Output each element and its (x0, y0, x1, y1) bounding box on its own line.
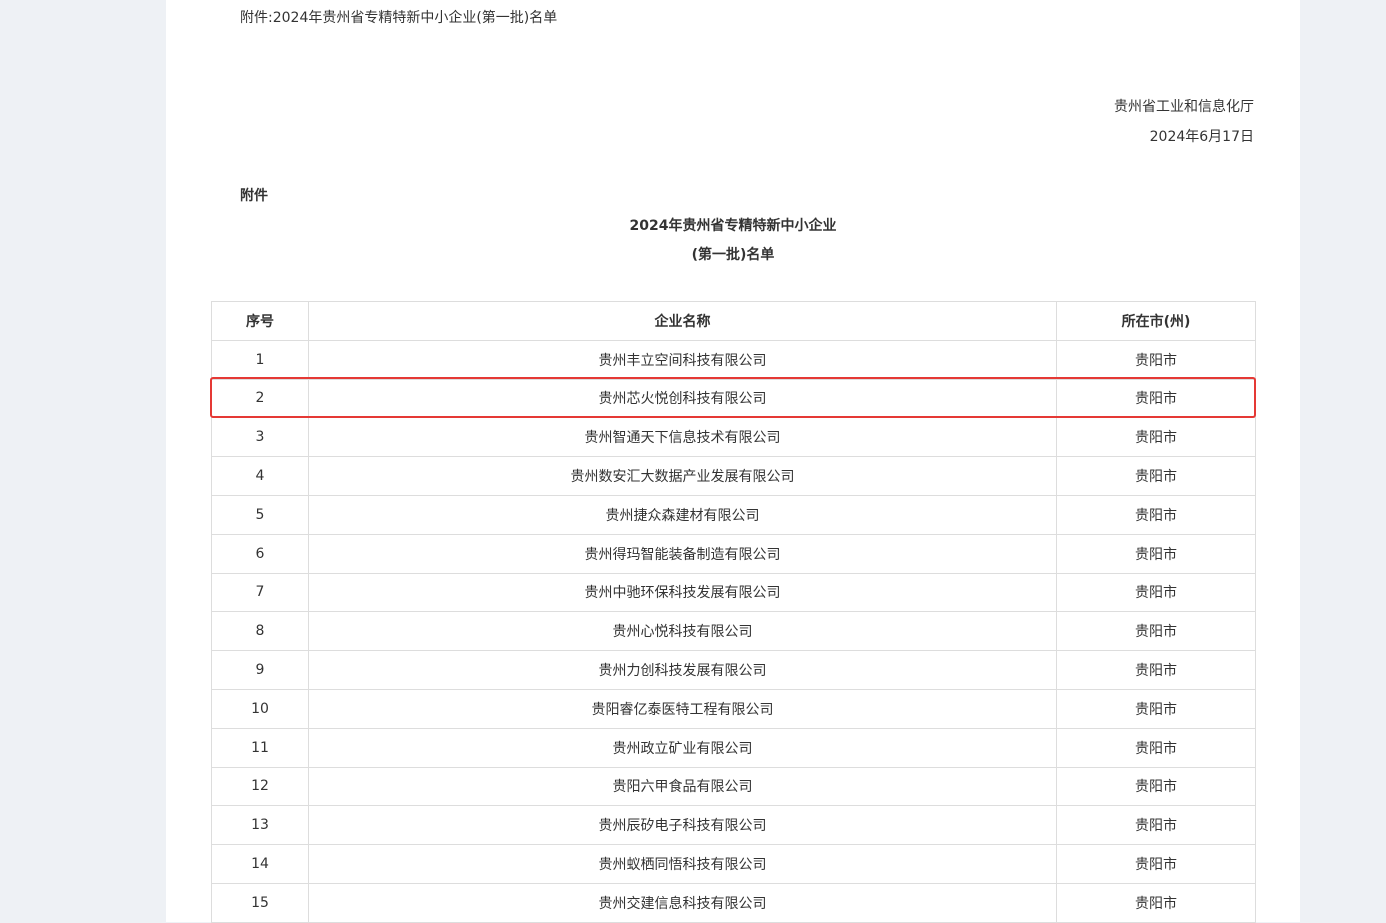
city-name: 贵阳市 (1056, 766, 1256, 807)
table-row: 12 贵阳六甲食品有限公司 贵阳市 (211, 766, 1256, 807)
table-row: 9 贵州力创科技发展有限公司 贵阳市 (211, 650, 1256, 690)
company-name: 贵州辰矽电子科技有限公司 (308, 805, 1057, 846)
company-name: 贵阳睿亿泰医特工程有限公司 (308, 688, 1057, 729)
table-row: 15 贵州交建信息科技有限公司 贵阳市 (211, 882, 1256, 923)
row-index: 6 (211, 533, 309, 574)
row-index: 14 (211, 844, 309, 884)
row-index: 9 (211, 650, 309, 690)
document-title: 2024年贵州省专精特新中小企业 (629, 218, 837, 234)
table-row: 8 贵州心悦科技有限公司 贵阳市 (211, 611, 1256, 652)
city-name: 贵阳市 (1056, 494, 1256, 535)
table-row: 11 贵州政立矿业有限公司 贵阳市 (211, 727, 1256, 768)
row-index: 13 (211, 805, 309, 846)
company-name: 贵州政立矿业有限公司 (308, 727, 1057, 768)
row-index: 8 (211, 611, 309, 652)
table-row: 5 贵州捷众森建材有限公司 贵阳市 (211, 494, 1256, 535)
company-name: 贵州得玛智能装备制造有限公司 (308, 533, 1057, 574)
table-row: 6 贵州得玛智能装备制造有限公司 贵阳市 (211, 533, 1256, 574)
row-index: 12 (211, 766, 309, 807)
city-name: 贵阳市 (1056, 688, 1256, 729)
company-name: 贵州中驰环保科技发展有限公司 (308, 572, 1057, 613)
city-name: 贵阳市 (1056, 650, 1256, 690)
table-row: 4 贵州数安汇大数据产业发展有限公司 贵阳市 (211, 456, 1256, 496)
city-name: 贵阳市 (1056, 572, 1256, 613)
company-name: 贵州芯火悦创科技有限公司 (308, 378, 1057, 419)
attachment-link[interactable]: 附件:2024年贵州省专精特新中小企业(第一批)名单 (240, 8, 557, 28)
attachment-label: 附件 (240, 188, 268, 204)
row-index: 7 (211, 572, 309, 613)
row-index: 3 (211, 417, 309, 458)
city-name: 贵阳市 (1056, 533, 1256, 574)
row-index: 11 (211, 727, 309, 768)
row-index: 5 (211, 494, 309, 535)
table-row: 1 贵州丰立空间科技有限公司 贵阳市 (211, 339, 1256, 380)
company-name: 贵州心悦科技有限公司 (308, 611, 1057, 652)
header-index: 序号 (211, 301, 309, 341)
table-row: 13 贵州辰矽电子科技有限公司 贵阳市 (211, 805, 1256, 846)
company-name: 贵州丰立空间科技有限公司 (308, 339, 1057, 380)
city-name: 贵阳市 (1056, 727, 1256, 768)
table-body: 1 贵州丰立空间科技有限公司 贵阳市 2 贵州芯火悦创科技有限公司 贵阳市 3 贵州智通天下信… (211, 339, 1256, 923)
table-row: 2 贵州芯火悦创科技有限公司 贵阳市 (211, 378, 1256, 419)
row-index: 10 (211, 688, 309, 729)
header-company-name: 企业名称 (308, 301, 1057, 341)
row-index: 2 (211, 378, 309, 419)
row-index: 15 (211, 882, 309, 923)
issue-date: 2024年6月17日 (1149, 129, 1254, 145)
document-subtitle: (第一批)名单 (691, 247, 775, 263)
city-name: 贵阳市 (1056, 378, 1256, 419)
city-name: 贵阳市 (1056, 882, 1256, 923)
table-row: 10 贵阳睿亿泰医特工程有限公司 贵阳市 (211, 688, 1256, 729)
city-name: 贵阳市 (1056, 417, 1256, 458)
table-row: 7 贵州中驰环保科技发展有限公司 贵阳市 (211, 572, 1256, 613)
company-name: 贵州交建信息科技有限公司 (308, 882, 1057, 923)
city-name: 贵阳市 (1056, 844, 1256, 884)
company-name: 贵阳六甲食品有限公司 (308, 766, 1057, 807)
city-name: 贵阳市 (1056, 339, 1256, 380)
city-name: 贵阳市 (1056, 611, 1256, 652)
company-name: 贵州捷众森建材有限公司 (308, 494, 1057, 535)
table-row: 14 贵州蚁栖同悟科技有限公司 贵阳市 (211, 844, 1256, 884)
city-name: 贵阳市 (1056, 456, 1256, 496)
city-name: 贵阳市 (1056, 805, 1256, 846)
company-name: 贵州力创科技发展有限公司 (308, 650, 1057, 690)
table-row: 3 贵州智通天下信息技术有限公司 贵阳市 (211, 417, 1256, 458)
row-index: 4 (211, 456, 309, 496)
company-name: 贵州智通天下信息技术有限公司 (308, 417, 1057, 458)
table-header-row: 序号 企业名称 所在市(州) (211, 301, 1256, 341)
company-name: 贵州蚁栖同悟科技有限公司 (308, 844, 1057, 884)
row-index: 1 (211, 339, 309, 380)
company-name: 贵州数安汇大数据产业发展有限公司 (308, 456, 1057, 496)
company-list-table: 序号 企业名称 所在市(州) 1 贵州丰立空间科技有限公司 贵阳市 2 贵州芯火悦创科技… (211, 301, 1256, 923)
header-city: 所在市(州) (1056, 301, 1256, 341)
issuer-name: 贵州省工业和信息化厅 (1114, 99, 1254, 115)
